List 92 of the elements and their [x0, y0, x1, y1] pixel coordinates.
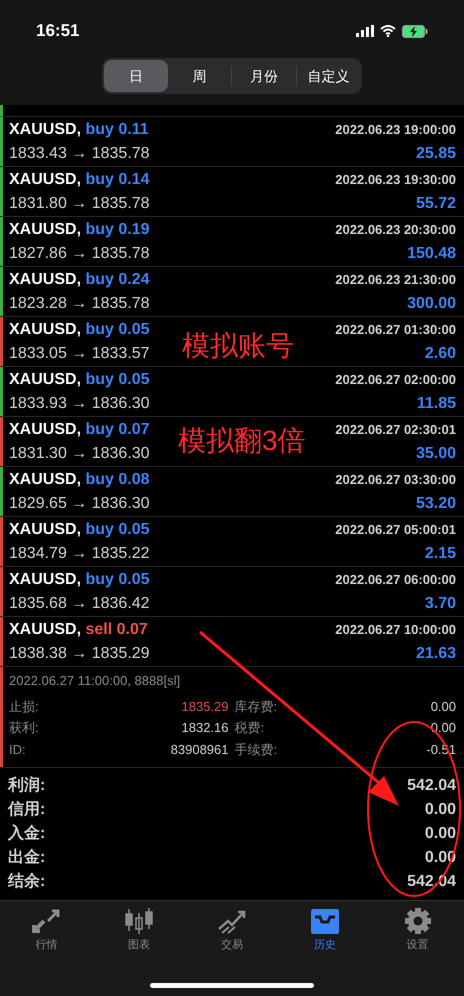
- trade-type: buy 0.24: [85, 270, 150, 288]
- summary-label: 入金:: [8, 823, 46, 844]
- trade-time: 2022.06.27 03:30:00: [335, 470, 456, 488]
- summary-value: 542.04: [407, 776, 456, 796]
- detail-label: 获利:: [9, 719, 39, 737]
- period-tab[interactable]: 周: [168, 60, 231, 92]
- detail-value: 1832.16: [182, 719, 228, 737]
- trade-profit: 35.00: [416, 444, 456, 464]
- bottom-tab[interactable]: 图表: [92, 907, 186, 954]
- trade-time: 2022.06.27 05:00:01: [335, 520, 456, 538]
- trade-symbol: XAUUSD,: [9, 220, 82, 238]
- bottom-tab[interactable]: 行情: [0, 907, 93, 954]
- trade-type: buy 0.05: [85, 520, 150, 538]
- detail-value: 1835.29: [182, 698, 228, 716]
- trade-symbol: XAUUSD,: [9, 120, 82, 138]
- annotation-text: 模拟翻3倍: [178, 424, 306, 458]
- detail-value: 83908961: [170, 740, 228, 758]
- trade-type: buy 0.05: [85, 570, 150, 588]
- trade-prices: 1835.68 → 1836.42: [9, 594, 150, 614]
- trade-time: 2022.06.27 01:30:00: [335, 320, 456, 338]
- trade-prices: 1833.43 → 1835.78: [9, 144, 150, 164]
- summary-value: 0.00: [424, 824, 456, 844]
- trade-symbol: XAUUSD,: [9, 320, 82, 338]
- detail-label: 库存费:: [234, 698, 278, 716]
- trade-type: buy 0.05: [85, 370, 150, 388]
- period-tab[interactable]: 月份: [232, 60, 296, 92]
- trade-time: 2022.06.27 02:00:00: [335, 370, 456, 388]
- wifi-icon: [380, 25, 396, 37]
- inbox-icon: [308, 907, 341, 935]
- signal-icon: [356, 25, 374, 37]
- trade-time: 2022.06.27 10:00:00: [335, 620, 456, 638]
- trade-profit: 3.70: [424, 594, 456, 614]
- trade-profit: 55.72: [416, 194, 456, 214]
- bottom-tab[interactable]: 交易: [186, 907, 278, 954]
- trade-type: buy 0.11: [85, 120, 149, 138]
- trade-symbol: XAUUSD,: [9, 270, 82, 288]
- trade-profit: 25.85: [416, 144, 456, 164]
- detail-label: 手续费:: [234, 740, 278, 758]
- trade-profit: 21.63: [416, 644, 456, 664]
- candlestick-icon: [123, 907, 156, 935]
- trade-type: buy 0.19: [85, 220, 150, 238]
- trade-symbol: XAUUSD,: [9, 170, 82, 188]
- trade-profit: 150.48: [407, 244, 456, 264]
- summary-label: 出金:: [8, 848, 46, 868]
- trade-type: sell 0.07: [85, 620, 148, 638]
- trade-type: buy 0.05: [85, 320, 150, 338]
- summary-label: 利润:: [8, 775, 46, 796]
- period-tab[interactable]: 日: [104, 60, 168, 92]
- period-tab[interactable]: 自定义: [296, 60, 360, 92]
- trade-prices: 1838.38 → 1835.29: [9, 644, 150, 664]
- trade-time: 2022.06.23 20:30:00: [335, 220, 456, 238]
- trade-time: 2022.06.23 19:30:00: [335, 170, 456, 188]
- detail-label: 止损:: [9, 698, 39, 716]
- trade-symbol: XAUUSD,: [9, 470, 82, 488]
- trade-symbol: XAUUSD,: [9, 520, 82, 538]
- detail-value: 0.00: [430, 698, 456, 716]
- trade-prices: 1833.93 → 1836.30: [9, 394, 150, 414]
- bottom-tab[interactable]: 设置: [371, 907, 464, 954]
- summary-value: 0.00: [424, 800, 456, 820]
- trade-profit: 53.20: [416, 494, 456, 514]
- trade-time: 2022.06.27 02:30:01: [335, 420, 456, 438]
- trade-profit: 300.00: [407, 294, 456, 314]
- battery-charging-icon: [402, 24, 428, 38]
- trade-symbol: XAUUSD,: [9, 370, 82, 388]
- summary-label: 信用:: [8, 800, 46, 820]
- trade-profit: 2.60: [424, 344, 456, 364]
- trade-symbol: XAUUSD,: [9, 570, 82, 588]
- trade-type: buy 0.08: [85, 470, 150, 488]
- trade-symbol: XAUUSD,: [9, 420, 82, 438]
- diagonal-arrows-icon: [30, 907, 62, 935]
- trade-type: buy 0.14: [85, 170, 150, 188]
- trade-type: buy 0.07: [85, 420, 150, 438]
- detail-label: 税费:: [234, 719, 264, 737]
- status-time: 16:51: [36, 20, 80, 42]
- trade-prices: 1823.28 → 1835.78: [9, 294, 150, 314]
- trade-prices: 1831.80 → 1835.78: [9, 194, 150, 214]
- trade-prices: 1829.65 → 1836.30: [9, 494, 150, 514]
- annotation-text: 模拟账号: [182, 329, 294, 363]
- trade-prices: 1827.86 → 1835.78: [9, 244, 150, 264]
- bottom-tab[interactable]: 历史: [278, 907, 372, 954]
- trade-symbol: XAUUSD,: [9, 620, 82, 638]
- trade-prices: 1833.05 → 1833.57: [9, 344, 150, 364]
- summary-label: 结余:: [8, 872, 46, 892]
- trade-prices: 1831.30 → 1836.30: [9, 444, 150, 464]
- trade-time: 2022.06.23 21:30:00: [335, 270, 456, 288]
- close-info: 2022.06.27 11:00:00, 8888[sl]: [9, 672, 182, 690]
- trade-profit: 11.85: [416, 394, 456, 414]
- trade-profit: 2.15: [424, 544, 456, 564]
- trade-time: 2022.06.23 19:00:00: [335, 120, 456, 138]
- detail-label: ID:: [9, 740, 26, 758]
- trade-time: 2022.06.27 06:00:00: [335, 570, 456, 588]
- trade-prices: 1834.79 → 1835.22: [9, 544, 150, 564]
